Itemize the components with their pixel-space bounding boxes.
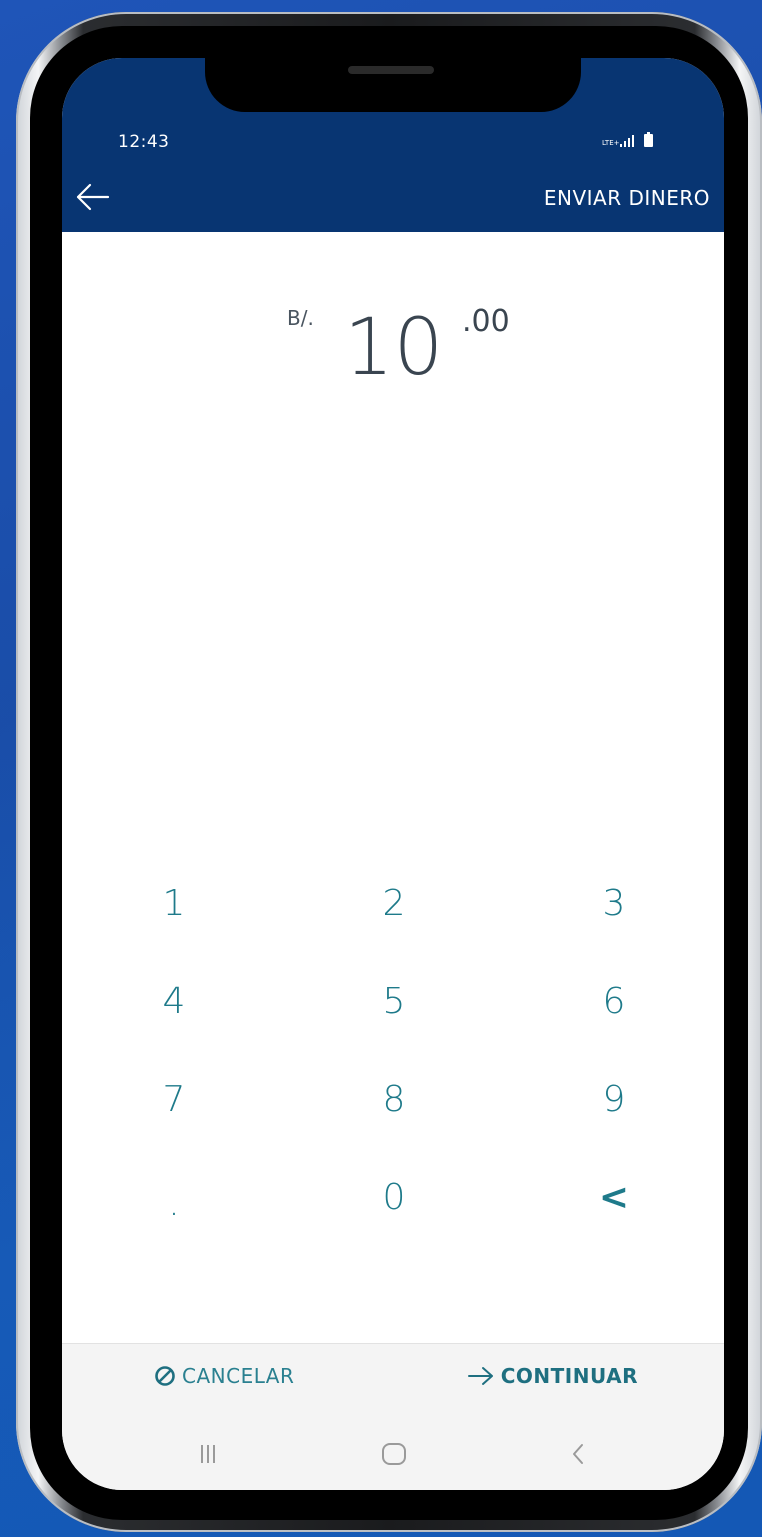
back-button[interactable] bbox=[74, 182, 110, 212]
cancel-button[interactable]: CANCELAR bbox=[154, 1364, 294, 1388]
key-5[interactable]: 5 bbox=[334, 966, 454, 1036]
amount-display: B/. 10 .00 bbox=[62, 298, 724, 408]
continue-label: CONTINUAR bbox=[500, 1364, 638, 1388]
nav-back-icon bbox=[573, 1444, 583, 1464]
action-bar: CANCELAR CONTINUAR bbox=[62, 1343, 724, 1418]
cancel-label: CANCELAR bbox=[182, 1364, 295, 1388]
earpiece-speaker bbox=[348, 66, 434, 74]
key-6[interactable]: 6 bbox=[554, 966, 674, 1036]
amount-decimals: .00 bbox=[462, 304, 510, 339]
prohibited-icon bbox=[155, 1366, 175, 1386]
key-0[interactable]: 0 bbox=[334, 1162, 454, 1232]
arrow-right-icon bbox=[467, 1367, 493, 1385]
home-icon bbox=[382, 1443, 406, 1465]
key-2[interactable]: 2 bbox=[334, 868, 454, 938]
home-button[interactable] bbox=[374, 1440, 414, 1468]
key-7[interactable]: 7 bbox=[114, 1064, 234, 1134]
key-4[interactable]: 4 bbox=[114, 966, 234, 1036]
key-8[interactable]: 8 bbox=[334, 1064, 454, 1134]
status-time: 12:43 bbox=[118, 132, 170, 152]
screen-title: ENVIAR DINERO bbox=[543, 186, 710, 210]
key-1[interactable]: 1 bbox=[114, 868, 234, 938]
recent-apps-button[interactable] bbox=[188, 1440, 228, 1468]
network-type: LTE+ bbox=[602, 139, 620, 147]
key-decimal[interactable]: . bbox=[114, 1168, 234, 1238]
battery-icon bbox=[644, 132, 653, 147]
amount-integer: 10 bbox=[344, 303, 444, 393]
key-3[interactable]: 3 bbox=[554, 868, 674, 938]
currency-symbol: B/. bbox=[287, 306, 314, 330]
system-nav-bar bbox=[62, 1418, 724, 1490]
recent-apps-icon bbox=[201, 1445, 215, 1463]
arrow-left-icon bbox=[76, 183, 110, 211]
continue-button[interactable]: CONTINUAR bbox=[467, 1364, 638, 1388]
phone-screen: 12:43 LTE+ ENVIAR DINERO B/. 10 .00 1 2 … bbox=[62, 58, 724, 1490]
nav-back-button[interactable] bbox=[558, 1440, 598, 1468]
key-9[interactable]: 9 bbox=[554, 1064, 674, 1134]
status-icons: LTE+ bbox=[602, 132, 653, 147]
signal-icon bbox=[620, 135, 634, 147]
key-backspace[interactable]: < bbox=[554, 1162, 674, 1232]
